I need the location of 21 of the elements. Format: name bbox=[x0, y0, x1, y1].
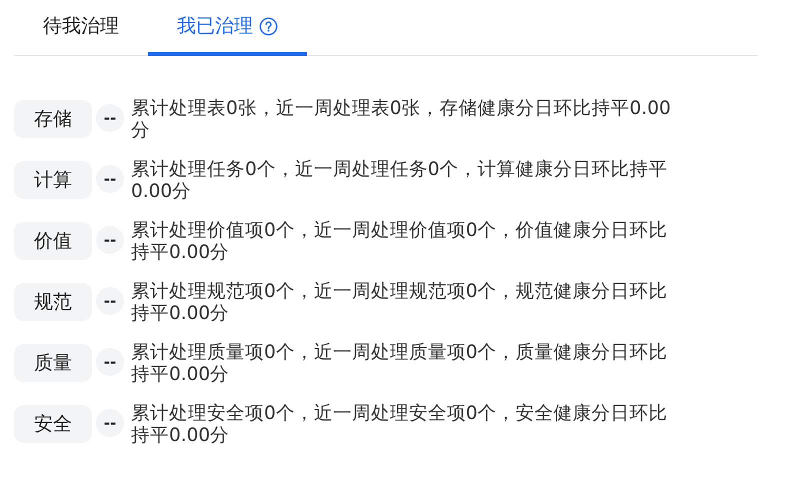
tab[interactable]: 我已治理 bbox=[148, 0, 307, 56]
tab[interactable]: 待我治理 bbox=[14, 0, 148, 56]
value-badge: -- bbox=[96, 104, 124, 132]
value-badge: -- bbox=[96, 226, 124, 254]
description-text: 累计处理价值项0个，近一周处理价值项0个，价值健康分日环比持平0.00分 bbox=[131, 220, 669, 264]
value-badge: -- bbox=[96, 287, 124, 315]
value-badge: -- bbox=[96, 348, 124, 376]
category-tag: 安全 bbox=[14, 405, 92, 443]
category-tag: 规范 bbox=[14, 283, 92, 321]
value-badge: -- bbox=[96, 165, 124, 193]
category-tag: 价值 bbox=[14, 222, 92, 260]
description-text: 累计处理质量项0个，近一周处理质量项0个，质量健康分日环比持平0.00分 bbox=[131, 342, 669, 386]
description-text: 累计处理安全项0个，近一周处理安全项0个，安全健康分日环比持平0.00分 bbox=[131, 403, 669, 447]
value-badge: -- bbox=[96, 409, 124, 437]
description-text: 累计处理规范项0个，近一周处理规范项0个，规范健康分日环比持平0.00分 bbox=[131, 281, 669, 325]
description-text: 累计处理表0张，近一周处理表0张，存储健康分日环比持平0.00分 bbox=[131, 98, 671, 142]
description-text: 累计处理任务0个，近一周处理任务0个，计算健康分日环比持平0.00分 bbox=[131, 159, 669, 203]
category-tag: 存储 bbox=[14, 100, 92, 138]
category-tag: 质量 bbox=[14, 344, 92, 382]
category-tag: 计算 bbox=[14, 161, 92, 199]
help-icon[interactable] bbox=[259, 16, 278, 36]
